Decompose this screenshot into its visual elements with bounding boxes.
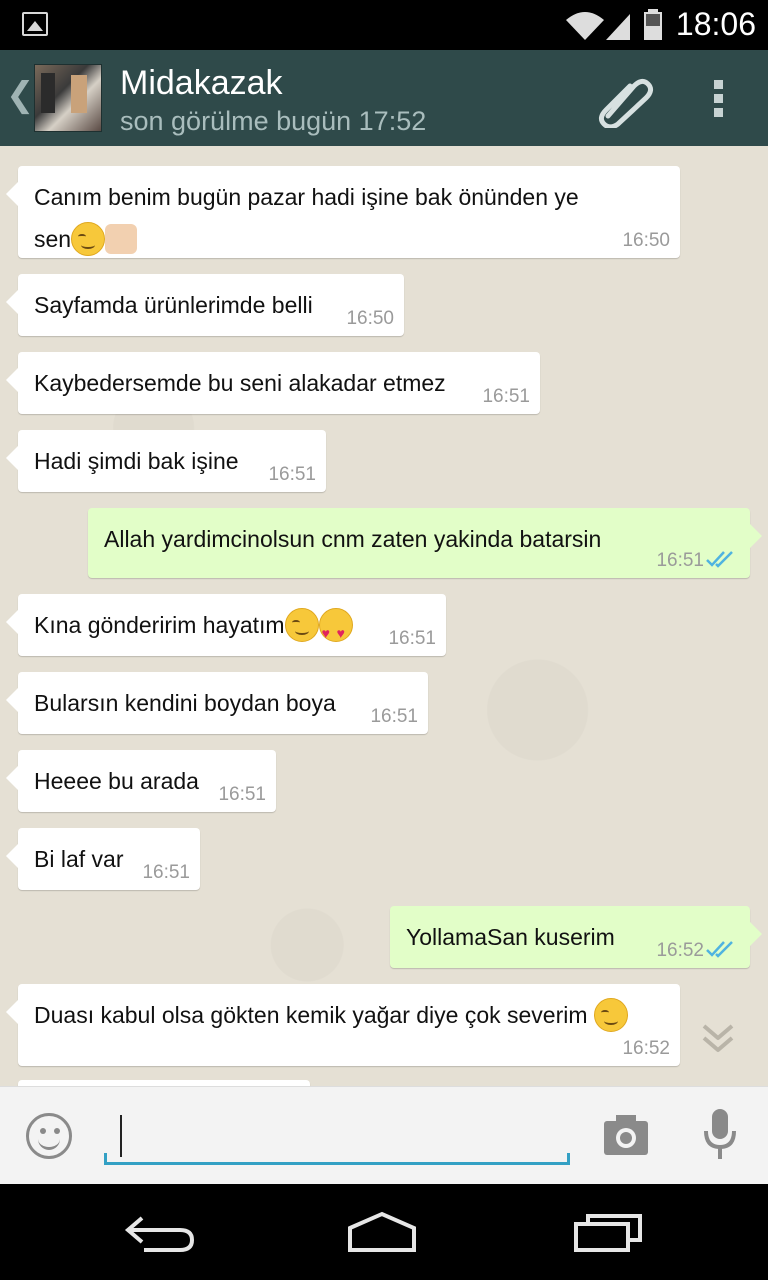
clock: 18:06	[675, 6, 756, 42]
smiling-face-emoji-icon	[284, 607, 319, 642]
thumbs-up-emoji-icon	[105, 223, 138, 254]
recent-apps-icon[interactable]	[572, 1210, 644, 1254]
battery-icon	[644, 9, 662, 40]
message-time: 16:51	[370, 706, 418, 727]
message-time: 16:51	[656, 550, 704, 571]
last-seen-status: son görülme bugün 17:52	[120, 106, 427, 136]
message-text: sen	[34, 226, 72, 252]
text-cursor	[120, 1115, 122, 1157]
back-icon[interactable]	[124, 1210, 196, 1254]
message-time: 16:51	[268, 464, 316, 485]
message-text: Kına gönderirim hayatım	[34, 612, 285, 638]
signal-icon	[606, 14, 630, 40]
message-time: 16:50	[622, 230, 670, 251]
message-text: Duası kabul olsa gökten kemik yağar diye…	[34, 1002, 588, 1028]
message-time: 16:51	[482, 386, 530, 407]
message-text: Hadi şimdi bak işine	[34, 448, 239, 474]
attach-icon[interactable]	[594, 72, 654, 128]
heart-eyes-emoji-icon	[318, 607, 353, 654]
back-chevron-icon[interactable]: ❮	[6, 78, 35, 112]
smiling-face-emoji-icon	[593, 997, 628, 1032]
message-text: Heeee bu arada	[34, 768, 199, 794]
message-text: Bi laf var	[34, 846, 124, 872]
message-text: Canım benim bugün pazar hadi işine bak ö…	[34, 184, 579, 210]
message-text: Allah yardimcinolsun cnm zaten yakinda b…	[104, 526, 602, 552]
home-icon[interactable]	[346, 1210, 418, 1254]
message-bubble[interactable]: Kaybedersemde bu seni alakadar etmez 16:…	[6, 352, 540, 414]
wifi-icon	[566, 12, 604, 40]
message-bubble[interactable]: Bi laf var 16:51	[6, 828, 200, 890]
scroll-to-bottom-icon[interactable]	[700, 1020, 736, 1056]
message-time: 16:50	[346, 308, 394, 329]
message-bubble[interactable]: Duası kabul olsa gökten kemik yağar diye…	[6, 984, 680, 1066]
system-nav-bar	[0, 1184, 768, 1280]
message-time: 16:51	[142, 862, 190, 883]
message-time: 16:51	[388, 628, 436, 649]
message-input[interactable]	[104, 1109, 570, 1165]
chat-header: ❮ Midakazak son görülme bugün 17:52	[0, 50, 768, 146]
read-double-check-icon	[706, 941, 733, 958]
microphone-icon[interactable]	[702, 1107, 738, 1163]
message-bubble[interactable]: Heeee bu arada 16:51	[6, 750, 276, 812]
message-bubble-outgoing[interactable]: YollamaSan kuserim 16:52	[390, 906, 762, 968]
message-time: 16:52	[622, 1038, 670, 1059]
smiling-face-emoji-icon	[71, 221, 106, 256]
message-time: 16:52	[656, 940, 704, 961]
emoji-picker-icon[interactable]	[26, 1113, 72, 1159]
compose-bar	[0, 1086, 768, 1184]
overflow-menu-icon[interactable]	[706, 76, 732, 122]
message-bubble[interactable]: Hadi şimdi bak işine 16:51	[6, 430, 326, 492]
status-bar: 18:06	[0, 0, 768, 50]
message-bubble[interactable]: Canım benim bugün pazar hadi işine bak ö…	[6, 166, 680, 258]
message-bubble[interactable]: Sayfamda ürünlerimde belli 16:50	[6, 274, 404, 336]
message-text: YollamaSan kuserim	[406, 924, 615, 950]
message-text: Bularsın kendini boydan boya	[34, 690, 336, 716]
contact-name[interactable]: Midakazak	[120, 64, 283, 103]
message-bubble-outgoing[interactable]: Allah yardimcinolsun cnm zaten yakinda b…	[88, 508, 762, 578]
camera-icon[interactable]	[602, 1113, 650, 1157]
message-time: 16:51	[218, 784, 266, 805]
message-list[interactable]: Canım benim bugün pazar hadi işine bak ö…	[0, 146, 768, 1086]
message-text: Kaybedersemde bu seni alakadar etmez	[34, 370, 446, 396]
message-bubble[interactable]: Kına gönderirim hayatım 16:51	[6, 594, 446, 656]
read-double-check-icon	[706, 551, 733, 568]
message-bubble[interactable]: Bularsın kendini boydan boya 16:51	[6, 672, 428, 734]
message-text: Sayfamda ürünlerimde belli	[34, 292, 313, 318]
system-status-icons	[566, 9, 662, 40]
image-notification-icon	[22, 12, 48, 36]
avatar[interactable]	[34, 64, 102, 132]
